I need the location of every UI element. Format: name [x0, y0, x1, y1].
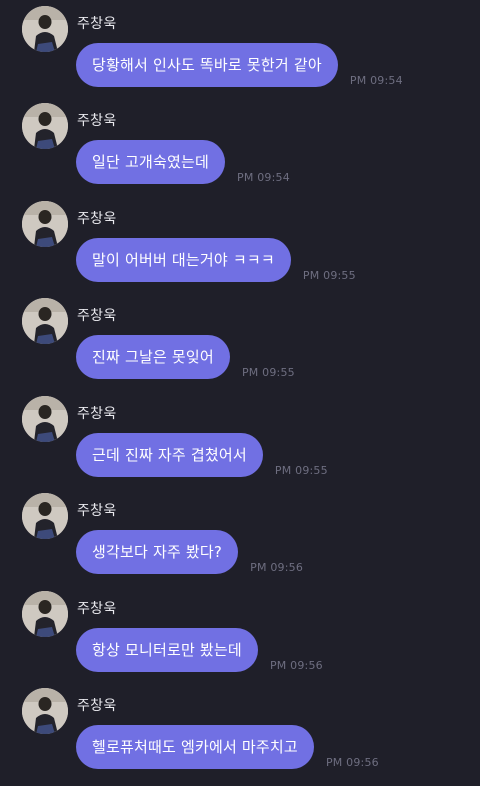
message-group: 주창욱 진짜 그날은 못잊어 PM 09:55 [0, 298, 480, 394]
message-timestamp: PM 09:54 [236, 171, 290, 184]
profile-photo-icon [22, 591, 68, 637]
sender-name: 주창욱 [77, 308, 117, 324]
avatar[interactable] [22, 103, 68, 149]
sender-name: 주창욱 [77, 113, 117, 129]
sender-name: 주창욱 [77, 211, 117, 227]
profile-photo-icon [22, 201, 68, 247]
sender-name: 주창욱 [77, 406, 117, 422]
profile-photo-icon [22, 396, 68, 442]
avatar[interactable] [22, 688, 68, 734]
message-bubble[interactable]: 생각보다 자주 봤다? [76, 530, 239, 574]
profile-photo-icon [22, 298, 68, 344]
profile-photo-icon [22, 493, 68, 539]
chat-list[interactable]: 주창욱 당황해서 인사도 똑바로 못한거 같아 PM 09:54 주창욱 일단 … [0, 0, 480, 786]
message-group: 주창욱 헬로퓨처때도 엠카에서 마주치고 PM 09:56 [0, 688, 480, 784]
message-timestamp: PM 09:56 [250, 561, 304, 574]
message-group: 주창욱 말이 어버버 대는거야 ㅋㅋㅋ PM 09:55 [0, 201, 480, 297]
message-bubble[interactable]: 진짜 그날은 못잊어 [76, 335, 230, 379]
avatar[interactable] [22, 298, 68, 344]
avatar[interactable] [22, 201, 68, 247]
profile-photo-icon [22, 6, 68, 52]
message-group: 주창욱 항상 모니터로만 봤는데 PM 09:56 [0, 591, 480, 687]
message-bubble[interactable]: 일단 고개숙였는데 [76, 140, 225, 184]
message-timestamp: PM 09:54 [349, 74, 403, 87]
message-group: 주창욱 당황해서 인사도 똑바로 못한거 같아 PM 09:54 [0, 6, 480, 102]
message-group: 주창욱 생각보다 자주 봤다? PM 09:56 [0, 493, 480, 589]
avatar[interactable] [22, 591, 68, 637]
avatar[interactable] [22, 493, 68, 539]
sender-name: 주창욱 [77, 698, 117, 714]
message-bubble[interactable]: 항상 모니터로만 봤는데 [76, 628, 258, 672]
avatar[interactable] [22, 6, 68, 52]
message-bubble[interactable]: 근데 진짜 자주 겹쳤어서 [76, 433, 263, 477]
message-timestamp: PM 09:56 [269, 659, 323, 672]
message-timestamp: PM 09:55 [302, 269, 356, 282]
message-bubble[interactable]: 말이 어버버 대는거야 ㅋㅋㅋ [76, 238, 291, 282]
sender-name: 주창욱 [77, 601, 117, 617]
avatar[interactable] [22, 396, 68, 442]
message-bubble[interactable]: 당황해서 인사도 똑바로 못한거 같아 [76, 43, 338, 87]
message-timestamp: PM 09:55 [274, 464, 328, 477]
message-timestamp: PM 09:55 [241, 366, 295, 379]
profile-photo-icon [22, 103, 68, 149]
sender-name: 주창욱 [77, 16, 117, 32]
message-group: 주창욱 근데 진짜 자주 겹쳤어서 PM 09:55 [0, 396, 480, 492]
message-group: 주창욱 일단 고개숙였는데 PM 09:54 [0, 103, 480, 199]
message-timestamp: PM 09:56 [325, 756, 379, 769]
message-bubble[interactable]: 헬로퓨처때도 엠카에서 마주치고 [76, 725, 314, 769]
profile-photo-icon [22, 688, 68, 734]
sender-name: 주창욱 [77, 503, 117, 519]
